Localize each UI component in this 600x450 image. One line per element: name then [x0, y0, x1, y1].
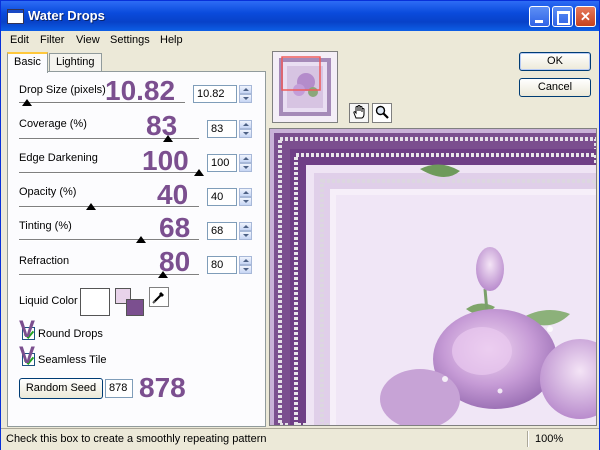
edge-darkening-track[interactable]: [19, 172, 199, 174]
status-zoom: 100%: [535, 433, 564, 445]
opacity-spinner[interactable]: [239, 188, 252, 206]
edge-darkening-spinner[interactable]: [239, 154, 252, 172]
spin-down-icon[interactable]: [239, 265, 252, 274]
maximize-icon: [553, 7, 572, 26]
random-seed-button[interactable]: Random Seed: [19, 378, 103, 399]
drop-size-input[interactable]: 10.82: [193, 85, 237, 103]
edge-darkening-slider[interactable]: [194, 169, 204, 176]
eyedropper-button[interactable]: [149, 287, 169, 307]
hand-icon: [353, 105, 365, 119]
close-icon: ✕: [580, 9, 591, 24]
opacity-track[interactable]: [19, 206, 199, 208]
spin-up-icon[interactable]: [239, 154, 252, 163]
liquid-color-label: Liquid Color: [19, 295, 78, 307]
minimize-icon: [530, 7, 549, 26]
random-seed-input[interactable]: 878: [105, 379, 133, 398]
menu-settings[interactable]: Settings: [110, 34, 150, 46]
drop-size-slider[interactable]: [22, 99, 33, 106]
drop-size-track[interactable]: [19, 102, 185, 104]
menu-bar: Edit Filter View Settings Help: [1, 31, 599, 50]
background-color-swatch[interactable]: [126, 299, 144, 316]
status-bar: Check this box to create a smoothly repe…: [1, 428, 599, 450]
refraction-spinner[interactable]: [239, 256, 252, 274]
spin-up-icon[interactable]: [239, 120, 252, 129]
menu-help[interactable]: Help: [160, 34, 183, 46]
navigator-thumbnail[interactable]: [272, 51, 338, 123]
spin-down-icon[interactable]: [239, 129, 252, 138]
tinting-slider[interactable]: [136, 236, 147, 243]
drop-size-spinner[interactable]: [239, 85, 252, 103]
opacity-input[interactable]: 40: [207, 188, 237, 206]
zoom-tool-button[interactable]: [372, 103, 392, 123]
tab-basic[interactable]: Basic: [7, 52, 48, 73]
status-divider: [527, 431, 529, 447]
spin-up-icon[interactable]: [239, 188, 252, 197]
spin-down-icon[interactable]: [239, 94, 252, 103]
maximize-button[interactable]: [552, 6, 573, 27]
ok-button[interactable]: OK: [519, 52, 591, 71]
drop-size-label: Drop Size (pixels): [19, 84, 106, 96]
preview-image: [270, 129, 596, 425]
basic-panel: Drop Size (pixels) 10.82 10.82 Coverage …: [7, 71, 266, 427]
coverage-input[interactable]: 83: [207, 120, 237, 138]
minimize-button[interactable]: [529, 6, 550, 27]
tinting-spinner[interactable]: [239, 222, 252, 240]
menu-view[interactable]: View: [76, 34, 100, 46]
app-window: Water Drops ✕ Edit Filter View Settings …: [0, 0, 600, 450]
tinting-track[interactable]: [19, 239, 199, 241]
tinting-input[interactable]: 68: [207, 222, 237, 240]
spin-down-icon[interactable]: [239, 197, 252, 206]
opacity-slider[interactable]: [86, 203, 96, 210]
pan-tool-button[interactable]: [349, 103, 369, 123]
tinting-label: Tinting (%): [19, 220, 72, 232]
seamless-tile-annotation: V: [19, 342, 36, 369]
coverage-slider[interactable]: [163, 135, 174, 142]
seamless-tile-label[interactable]: Seamless Tile: [38, 354, 106, 366]
title-bar[interactable]: Water Drops ✕: [1, 1, 599, 31]
opacity-label: Opacity (%): [19, 186, 77, 198]
preview-viewport[interactable]: [269, 128, 597, 426]
refraction-input[interactable]: 80: [207, 256, 237, 274]
round-drops-annotation: V: [19, 316, 36, 343]
menu-filter[interactable]: Filter: [40, 34, 64, 46]
spin-down-icon[interactable]: [239, 163, 252, 172]
eyedropper-icon: [152, 292, 164, 304]
magnifier-icon: [375, 105, 389, 119]
menu-edit[interactable]: Edit: [10, 34, 29, 46]
close-button[interactable]: ✕: [575, 6, 596, 27]
app-window-icon: [7, 9, 24, 24]
coverage-label: Coverage (%): [19, 118, 87, 130]
status-message: Check this box to create a smoothly repe…: [6, 433, 267, 445]
refraction-label: Refraction: [19, 255, 70, 267]
round-drops-label[interactable]: Round Drops: [38, 328, 103, 340]
refraction-track[interactable]: [19, 274, 199, 276]
window-title: Water Drops: [28, 8, 105, 23]
tab-lighting[interactable]: Lighting: [49, 53, 102, 71]
random-seed-annotation: 878: [139, 372, 186, 403]
spin-up-icon[interactable]: [239, 85, 252, 94]
refraction-slider[interactable]: [158, 271, 168, 278]
edge-darkening-input[interactable]: 100: [207, 154, 237, 172]
spin-up-icon[interactable]: [239, 256, 252, 265]
edge-darkening-label: Edge Darkening: [19, 152, 98, 164]
thumbnail-image: [273, 52, 337, 122]
coverage-spinner[interactable]: [239, 120, 252, 138]
spin-down-icon[interactable]: [239, 231, 252, 240]
liquid-color-swatch[interactable]: [80, 288, 110, 316]
spin-up-icon[interactable]: [239, 222, 252, 231]
cancel-button[interactable]: Cancel: [519, 78, 591, 97]
